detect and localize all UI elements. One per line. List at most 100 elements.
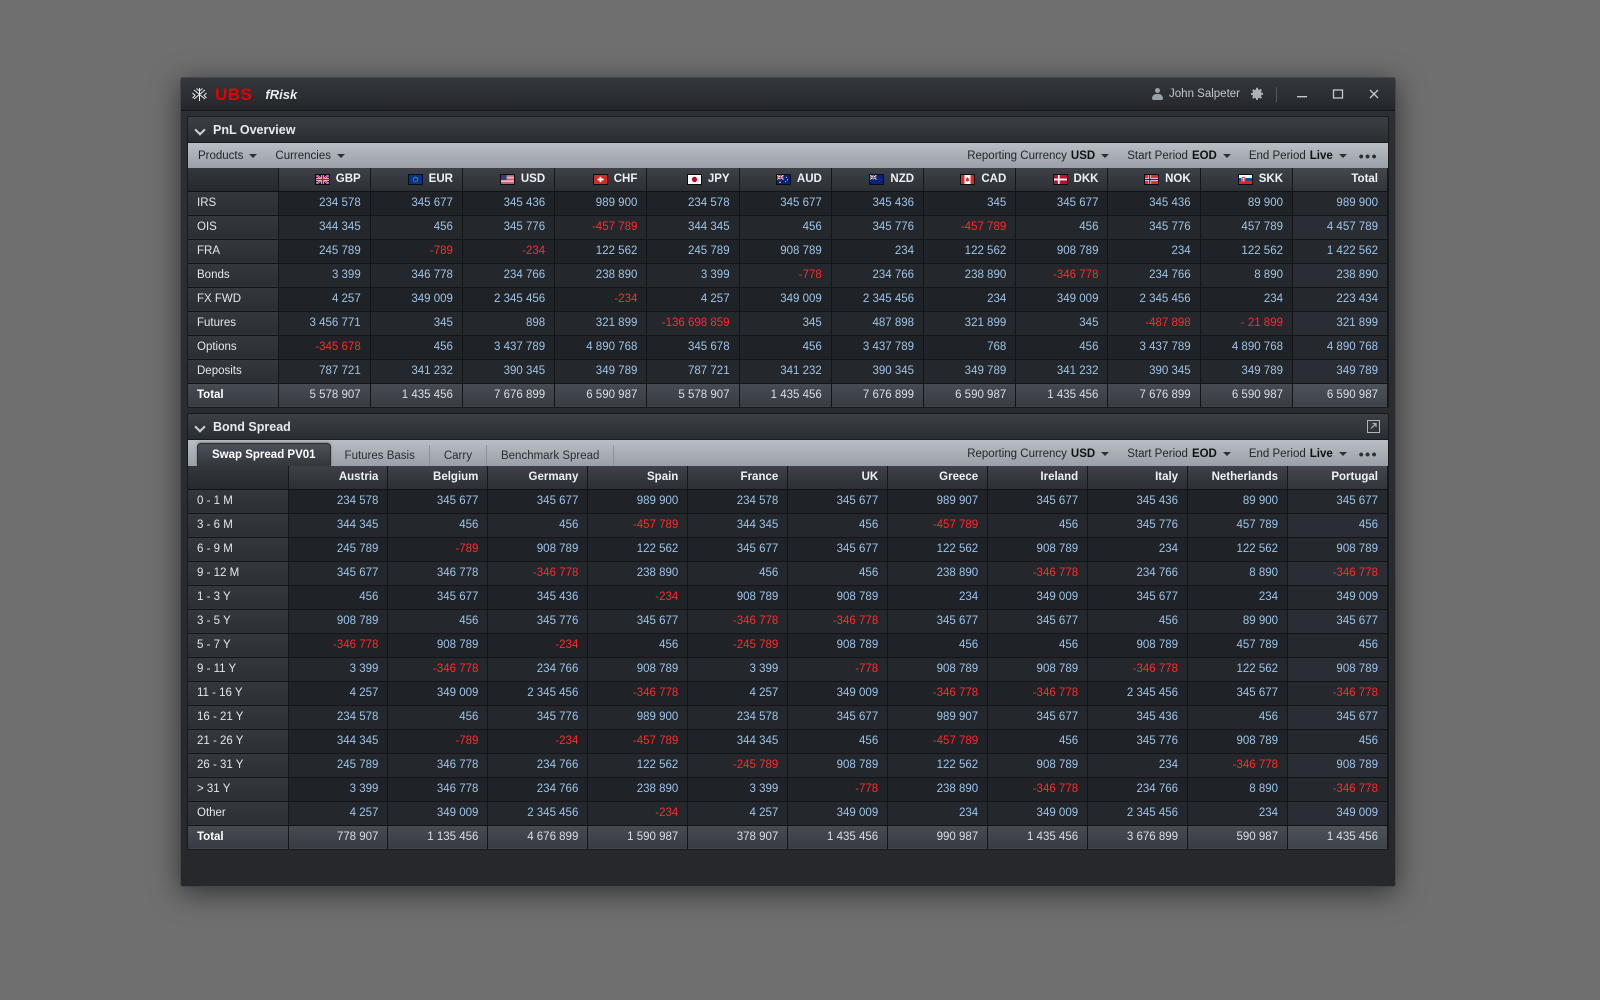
bond-cell: 989 907 — [887, 705, 989, 730]
table-row[interactable]: 0 - 1 M 234 578 345 677 345 677 989 900 234 5… — [188, 489, 1388, 514]
popout-icon[interactable] — [1367, 420, 1380, 433]
pnl-panel-header[interactable]: PnL Overview — [187, 116, 1389, 143]
bond-column-header-austria[interactable]: Austria — [288, 466, 389, 490]
bond-cell: 345 677 — [288, 561, 389, 586]
bond-cell: 456 — [887, 633, 989, 658]
ubs-keys-logo-icon — [191, 87, 208, 102]
table-row[interactable]: FRA 245 789 -789 -234 122 562 245 789 908 789 2… — [188, 239, 1388, 264]
pnl-end-period[interactable]: End Period Live — [1249, 150, 1347, 162]
bond-cell: 345 677 — [787, 489, 889, 514]
tab-carry[interactable]: Carry — [430, 445, 487, 466]
pnl-column-header-nok[interactable]: NOK — [1107, 168, 1201, 192]
pnl-column-header-eur[interactable]: EUR — [370, 168, 463, 192]
bond-more-options-button[interactable]: ••• — [1347, 446, 1378, 462]
pnl-toolbar: Products Currencies Reporting Currency U… — [187, 143, 1389, 168]
bond-column-header-italy[interactable]: Italy — [1087, 466, 1189, 490]
pnl-products-dropdown[interactable]: Products — [198, 149, 258, 162]
maximize-button[interactable] — [1325, 84, 1351, 104]
pnl-row-label: Bonds — [188, 263, 279, 288]
bond-cell: 234 — [1187, 585, 1289, 610]
bond-column-header-spain[interactable]: Spain — [587, 466, 689, 490]
pnl-column-header-cad[interactable]: CAD — [923, 168, 1017, 192]
bond-cell: 456 — [787, 729, 889, 754]
pnl-column-header-chf[interactable]: CHF — [554, 168, 648, 192]
table-row[interactable]: 6 - 9 M 245 789 -789 908 789 122 562 345 677 3… — [188, 537, 1388, 562]
table-row[interactable]: Deposits 787 721 341 232 390 345 349 789 787 … — [188, 359, 1388, 384]
table-row[interactable]: OIS 344 345 456 345 776 -457 789 344 345 456 34… — [188, 215, 1388, 240]
bond-cell: 989 907 — [887, 489, 989, 514]
table-row[interactable]: Other 4 257 349 009 2 345 456 -234 4 257 349 0… — [188, 801, 1388, 826]
table-row[interactable]: 5 - 7 Y -346 778 908 789 -234 456 -245 789 908… — [188, 633, 1388, 658]
pnl-column-header-gbp[interactable]: GBP — [278, 168, 371, 192]
bond-end-period-label: End Period — [1248, 447, 1306, 460]
bond-reporting-currency[interactable]: Reporting Currency USD — [967, 448, 1110, 460]
bond-column-header-france[interactable]: France — [687, 466, 789, 490]
bond-start-period[interactable]: Start Period EOD — [1127, 448, 1231, 460]
bond-column-header-greece[interactable]: Greece — [887, 466, 989, 490]
bond-cell: 456 — [587, 633, 689, 658]
bond-column-header-belgium[interactable]: Belgium — [387, 466, 489, 490]
bond-column-header-netherlands[interactable]: Netherlands — [1187, 466, 1289, 490]
tab-swap-spread-pv01[interactable]: Swap Spread PV01 — [197, 443, 331, 466]
bond-column-header-ireland[interactable]: Ireland — [987, 466, 1089, 490]
pnl-reporting-currency[interactable]: Reporting Currency USD — [967, 150, 1110, 162]
table-row[interactable]: 1 - 3 Y 456 345 677 345 436 -234 908 789 908 7… — [188, 585, 1388, 610]
bond-cell: -346 778 — [387, 657, 489, 682]
pnl-products-label: Products — [198, 149, 244, 162]
pnl-cell: -345 678 — [278, 335, 371, 360]
pnl-cell: 345 776 — [831, 215, 925, 240]
chevron-down-icon[interactable] — [196, 125, 205, 134]
bond-cell: 4 257 — [687, 681, 789, 706]
bond-end-period[interactable]: End Period Live — [1249, 448, 1347, 460]
table-row[interactable]: 11 - 16 Y4 257 349 009 2 345 456 -346 778 4 … — [188, 681, 1388, 706]
table-row[interactable]: Bonds 3 399 346 778 234 766 238 890 3 399 -778… — [188, 263, 1388, 288]
bond-column-header-germany[interactable]: Germany — [487, 466, 589, 490]
pnl-column-header-usd[interactable]: USD — [462, 168, 556, 192]
pnl-currencies-label: Currencies — [275, 149, 331, 162]
pnl-column-header-dkk[interactable]: DKK — [1015, 168, 1109, 192]
pnl-column-header-total[interactable]: Total — [1292, 168, 1388, 192]
pnl-cell: 456 — [370, 335, 463, 360]
pnl-column-header-nzd[interactable]: NZD — [831, 168, 925, 192]
bond-cell: -346 778 — [1287, 681, 1388, 706]
bond-panel-header[interactable]: Bond Spread — [187, 413, 1389, 440]
user-menu[interactable]: John Salpeter — [1152, 88, 1240, 100]
table-row[interactable]: 21 - 26 Y 344 345 -789 -234 -457 789 344 345 4… — [188, 729, 1388, 754]
table-row[interactable]: FX FWD 4 257 349 009 2 345 456 -234 4 257 349 … — [188, 287, 1388, 312]
close-button[interactable] — [1361, 84, 1387, 104]
bond-total-cell: 1 435 456 — [987, 825, 1089, 849]
pnl-cell: 989 900 — [554, 191, 648, 216]
chevron-down-icon[interactable] — [196, 422, 205, 431]
bond-total-cell: 778 907 — [288, 825, 389, 849]
chevron-down-icon — [1222, 451, 1231, 456]
table-row[interactable]: 9 - 11 Y3 399 -346 778 234 766 908 789 3 399… — [188, 657, 1388, 682]
table-row[interactable]: 9 - 12 M 345 677 346 778 -346 778 238 890 456… — [188, 561, 1388, 586]
table-row[interactable]: Futures 3 456 771 345 898 321 899 -136 698 85… — [188, 311, 1388, 336]
gear-icon[interactable] — [1250, 87, 1264, 101]
table-row[interactable]: 26 - 31 Y 245 789 346 778 234 766 122 562 -24… — [188, 753, 1388, 778]
pnl-column-header-jpy[interactable]: JPY — [646, 168, 740, 192]
pnl-cell: 456 — [739, 215, 832, 240]
pnl-column-header-skk[interactable]: SKK — [1200, 168, 1294, 192]
bond-cell: 908 789 — [787, 753, 889, 778]
pnl-start-period[interactable]: Start Period EOD — [1127, 150, 1231, 162]
table-row[interactable]: IRS 234 578 345 677 345 436 989 900 234 578 34… — [188, 191, 1388, 216]
bond-cell: 349 009 — [987, 585, 1089, 610]
pnl-cell: 3 456 771 — [278, 311, 371, 336]
minimize-button[interactable] — [1289, 84, 1315, 104]
pnl-more-options-button[interactable]: ••• — [1347, 148, 1378, 164]
bond-cell: 2 345 456 — [487, 801, 589, 826]
tab-benchmark-spread[interactable]: Benchmark Spread — [487, 445, 615, 466]
pnl-cell: 349 009 — [1015, 287, 1109, 312]
pnl-header-row: GBP EUR USD CHF JPY AUD NZD CAD DKK NOK SKK Total — [188, 168, 1388, 192]
table-row[interactable]: 16 - 21 Y 234 578 456 345 776 989 900 234 578… — [188, 705, 1388, 730]
tab-futures-basis[interactable]: Futures Basis — [331, 445, 430, 466]
pnl-column-header-aud[interactable]: AUD — [739, 168, 832, 192]
pnl-currencies-dropdown[interactable]: Currencies — [275, 150, 345, 162]
table-row[interactable]: 3 - 5 Y 908 789 456 345 776 345 677 -346 778-… — [188, 609, 1388, 634]
bond-column-header-portugal[interactable]: Portugal — [1287, 466, 1388, 490]
bond-column-header-uk[interactable]: UK — [787, 466, 889, 490]
table-row[interactable]: 3 - 6 M 344 345 456 456 -457 789 344 345 456 -4… — [188, 513, 1388, 538]
table-row[interactable]: Options -345 678 456 3 437 789 4 890 768 345 … — [188, 335, 1388, 360]
table-row[interactable]: > 31 Y3 399 346 778 234 766 238 890 3 399 -77… — [188, 777, 1388, 802]
